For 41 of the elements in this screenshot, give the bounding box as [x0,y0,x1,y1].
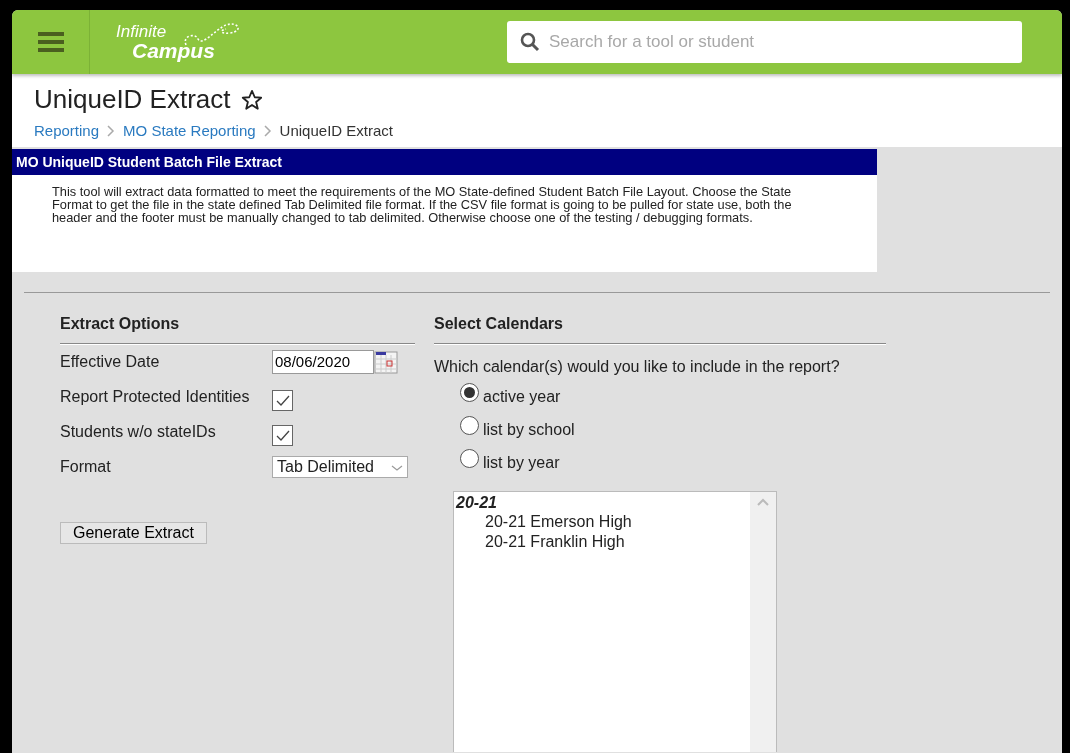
question-text: Which calendar(s) would you like to include in the report? [434,358,841,376]
check-icon [275,429,290,442]
breadcrumb-current: UniqueID Extract [279,122,393,139]
check-icon [275,394,290,407]
section-heading: Select Calendars [434,309,886,344]
caret-icon [391,463,403,472]
breadcrumb-link[interactable]: MO State Reporting [123,122,256,139]
radio-option[interactable]: list by year [460,446,886,479]
radio-option[interactable]: list by school [460,413,886,446]
list-item[interactable]: 20-21 Franklin High [454,532,750,552]
radio-button[interactable] [460,383,479,402]
format-dropdown[interactable]: Tab Delimited [272,455,408,478]
star-icon[interactable] [240,88,263,111]
checkbox[interactable] [272,390,293,411]
page-title: UniqueID Extract [34,84,231,115]
panel-description: This tool will extract data formatted to meet the requirements of the MO State-defined Student Batch File Layout. Choose the State Format to get the file in the state defined Tab Delimited file format. If the CSV file format is going to be pulled for state use, both the header and the footer must be manually changed to tab delimited. Otherwise choose one of the testing / debugging formats. [12,175,877,272]
radio-button[interactable] [460,416,479,435]
chevron-icon [107,124,116,137]
field-label: Format [60,457,112,476]
breadcrumb-link[interactable]: Reporting [34,122,100,139]
calendar-list[interactable]: 20-21 20-21 Emerson High 20-21 Franklin High [453,491,777,752]
scrollbar[interactable] [750,492,776,752]
radio-button[interactable] [460,449,479,468]
chevron-icon [263,124,272,137]
field-label: Effective Date [60,352,161,371]
checkbox[interactable] [272,425,293,446]
search-icon [519,31,541,53]
list-item[interactable]: 20-21 Emerson High [454,512,750,532]
field-label: Students w/o stateIDs [60,422,217,441]
search-field[interactable]: Search for a tool or student [507,21,1022,63]
radio-option[interactable]: active year [460,380,886,413]
logo-text: Campus [132,40,215,61]
panel-title: MO UniqueID Student Batch File Extract [12,149,877,175]
menu-icon [37,31,64,53]
list-group-label: 20-21 [454,493,498,512]
field-label: Report Protected Identities [60,387,251,406]
date-field[interactable]: 08/06/2020 [272,349,374,374]
section-heading: Extract Options [60,309,415,344]
logo-text: Infinite [116,23,167,40]
generate-extract-button[interactable]: Generate Extract [60,522,207,544]
calendar-icon[interactable] [374,349,398,374]
